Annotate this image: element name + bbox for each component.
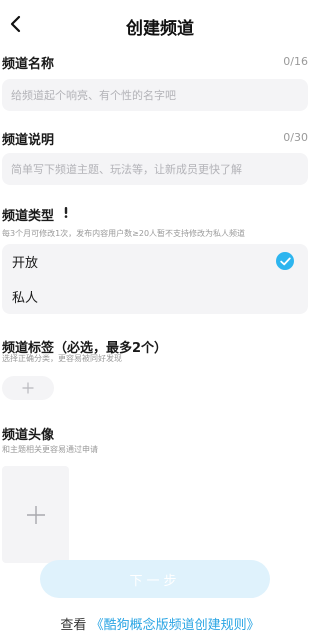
avatar-hint: 和主题相关更容易通过申请 — [2, 445, 98, 454]
tag-hint: 选择正确分类，更容易被同好发现 — [2, 354, 122, 363]
exclamation-icon — [64, 206, 68, 218]
name-counter: 0/16 — [283, 55, 308, 68]
name-section-title: 频道名称 — [2, 57, 55, 72]
info-icon[interactable] — [60, 206, 72, 218]
type-option-private-label: 私人 — [12, 291, 39, 306]
type-option-open[interactable]: 开放 — [2, 244, 308, 279]
page-title: 创建频道 — [126, 19, 194, 39]
type-option-group: 开放 私人 — [2, 244, 308, 314]
avatar-section-title: 频道头像 — [2, 428, 55, 443]
header: 创建频道 — [0, 0, 320, 48]
desc-section-title: 频道说明 — [2, 133, 55, 148]
desc-counter: 0/30 — [283, 131, 308, 144]
type-hint: 每3个月可修改1次，发布内容用户数≥20人暂不支持修改为私人频道 — [2, 229, 246, 238]
type-option-private[interactable]: 私人 — [2, 279, 308, 314]
check-icon — [276, 252, 294, 270]
footer-prefix: 查看 — [60, 618, 87, 633]
channel-description-input[interactable] — [11, 162, 299, 176]
desc-field-container — [2, 153, 308, 185]
next-button[interactable]: 下一步 — [40, 560, 270, 598]
add-tag-button[interactable] — [2, 376, 54, 400]
plus-icon — [22, 382, 34, 394]
plus-icon — [26, 505, 45, 524]
creation-rules-link[interactable]: 《酷狗概念版频道创建规则》 — [91, 618, 260, 633]
channel-name-input[interactable] — [11, 88, 299, 102]
rules-footer: 查看 《酷狗概念版频道创建规则》 — [0, 614, 320, 633]
type-option-open-label: 开放 — [12, 256, 39, 271]
type-section-title: 频道类型 — [2, 209, 55, 224]
name-field-container — [2, 79, 308, 111]
avatar-upload-button[interactable] — [2, 466, 69, 563]
